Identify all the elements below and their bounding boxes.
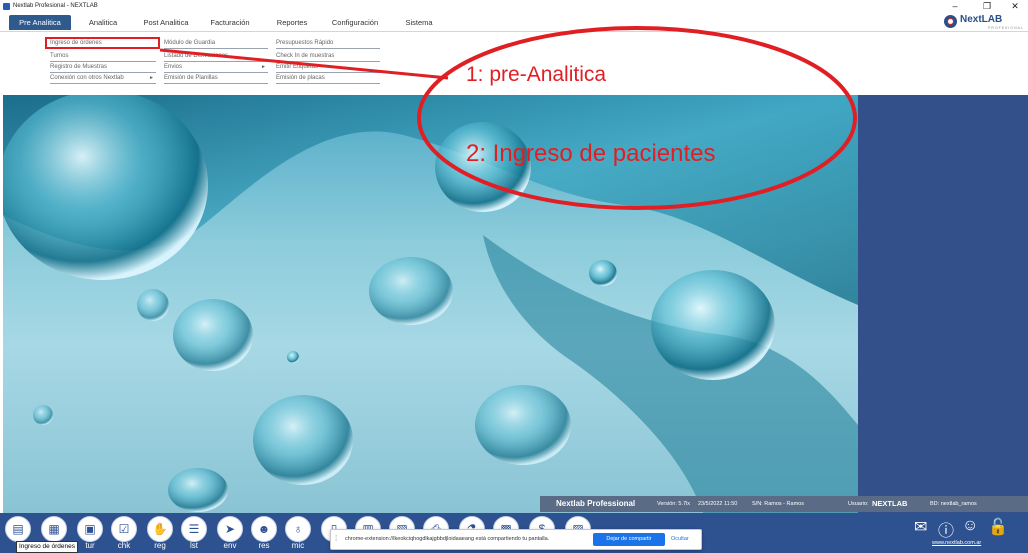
- annotation-step-1: 1: pre-Analitica: [466, 63, 607, 86]
- annotation-step-2: 2: Ingreso de pacientes: [466, 140, 716, 167]
- annotation-arrow-line: [159, 48, 449, 80]
- annotation-ellipse: [417, 26, 857, 210]
